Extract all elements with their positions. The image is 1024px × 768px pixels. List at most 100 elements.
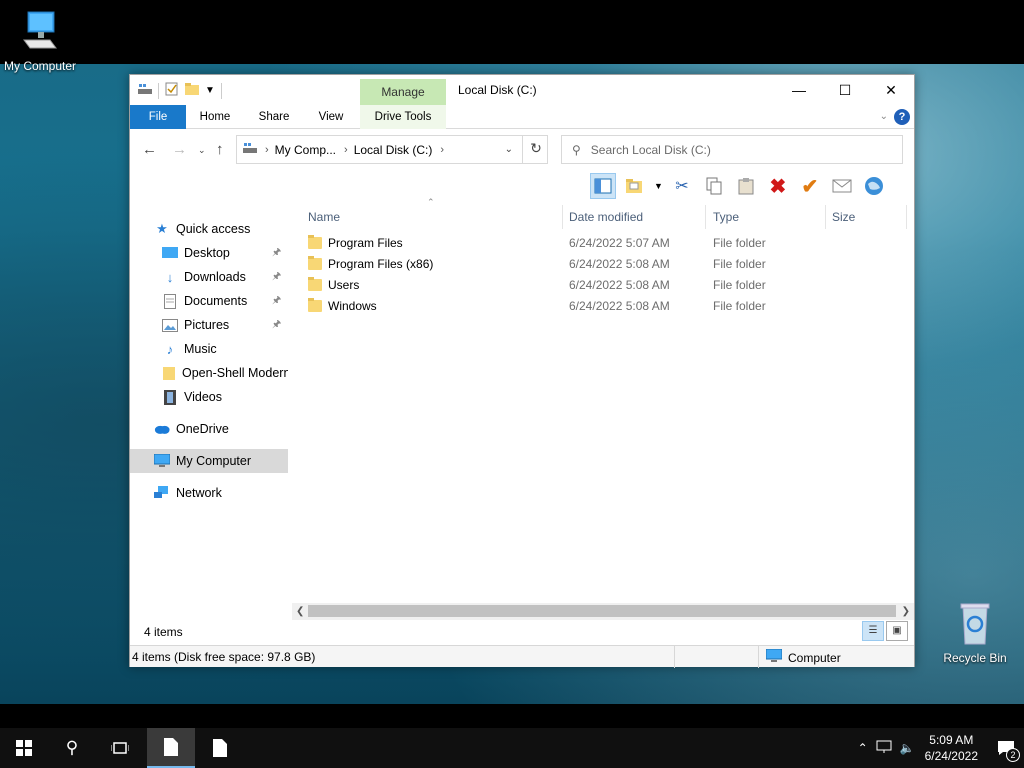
- tab-home[interactable]: Home: [192, 105, 238, 129]
- desktop-icon-my-computer[interactable]: My Computer: [0, 10, 80, 73]
- clock[interactable]: 5:09 AM 6/24/2022: [925, 732, 978, 764]
- column-header-name[interactable]: Name: [308, 205, 340, 229]
- computer-icon: [765, 648, 783, 666]
- copy-button[interactable]: [701, 173, 727, 199]
- column-separator[interactable]: [825, 205, 826, 229]
- manage-context-tab[interactable]: Manage: [360, 79, 446, 105]
- address-bar[interactable]: › My Comp... › Local Disk (C:) › ⌄: [236, 135, 548, 164]
- breadcrumb-my-computer[interactable]: My Comp...: [275, 143, 336, 157]
- scroll-right-icon[interactable]: ❯: [902, 603, 910, 620]
- scroll-left-icon[interactable]: ❮: [296, 603, 304, 620]
- taskbar-app-explorer-2[interactable]: [196, 728, 244, 768]
- details-view-button[interactable]: ☰: [862, 621, 884, 641]
- minimize-button[interactable]: —: [776, 75, 822, 105]
- pin-icon[interactable]: 🖈: [272, 317, 281, 334]
- file-row[interactable]: Users 6/24/2022 5:08 AM File folder: [306, 275, 906, 296]
- new-folder-icon[interactable]: [185, 82, 199, 99]
- nav-pictures[interactable]: Pictures 🖈: [130, 313, 288, 337]
- globe-button[interactable]: [861, 173, 887, 199]
- nav-openshell[interactable]: Open-Shell Modern: [130, 361, 288, 385]
- nav-label: Documents: [184, 294, 248, 308]
- help-icon[interactable]: ?: [894, 109, 910, 125]
- chevron-down-icon[interactable]: ⌄: [505, 144, 513, 155]
- up-icon[interactable]: ↑: [216, 141, 224, 158]
- pin-icon[interactable]: 🖈: [272, 245, 281, 262]
- close-button[interactable]: ✕: [868, 75, 914, 105]
- nav-network[interactable]: Network: [130, 481, 288, 505]
- taskbar-app-explorer-1[interactable]: [147, 728, 195, 768]
- nav-videos[interactable]: Videos: [130, 385, 288, 409]
- refresh-button[interactable]: ↻: [522, 135, 549, 164]
- scrollbar-thumb[interactable]: [308, 605, 896, 617]
- paste-button[interactable]: [733, 173, 759, 199]
- file-type: File folder: [713, 257, 766, 271]
- preview-pane-button[interactable]: [590, 173, 616, 199]
- pin-icon[interactable]: 🖈: [272, 269, 281, 286]
- chevron-right-icon[interactable]: ›: [440, 144, 444, 156]
- desktop-icon-recycle-bin[interactable]: Recycle Bin: [935, 602, 1015, 665]
- cut-button[interactable]: ✂: [669, 173, 695, 199]
- view-switcher: ☰ ▣: [862, 621, 908, 641]
- expand-ribbon-icon[interactable]: ⌄: [880, 111, 888, 122]
- column-header-size[interactable]: Size: [832, 205, 855, 229]
- tab-share[interactable]: Share: [250, 105, 298, 129]
- nav-label: Desktop: [184, 246, 230, 260]
- delete-button[interactable]: ✖: [765, 173, 791, 199]
- nav-music[interactable]: ♪ Music: [130, 337, 288, 361]
- horizontal-scrollbar[interactable]: ❮ ❯: [292, 603, 914, 620]
- start-button[interactable]: [0, 728, 48, 768]
- maximize-button[interactable]: ☐: [822, 75, 868, 105]
- file-name: Users: [328, 278, 360, 292]
- nav-downloads[interactable]: ↓ Downloads 🖈: [130, 265, 288, 289]
- nav-label: Videos: [184, 390, 222, 404]
- volume-icon[interactable]: 🔈: [900, 741, 915, 755]
- desktop-bottom-band: [0, 704, 1024, 728]
- file-row[interactable]: Program Files (x86) 6/24/2022 5:08 AM Fi…: [306, 254, 906, 275]
- tab-view[interactable]: View: [308, 105, 354, 129]
- properties-button[interactable]: ✔: [797, 173, 823, 199]
- task-view-button[interactable]: [96, 728, 144, 768]
- nav-quick-access[interactable]: ★ Quick access: [130, 217, 288, 241]
- column-separator[interactable]: [562, 205, 563, 229]
- chevron-right-icon[interactable]: ›: [344, 144, 348, 156]
- nav-documents[interactable]: Documents 🖈: [130, 289, 288, 313]
- action-center-button[interactable]: 2: [988, 728, 1024, 768]
- tab-drive-tools[interactable]: Drive Tools: [360, 105, 446, 129]
- chevron-right-icon[interactable]: ›: [265, 144, 269, 156]
- chevron-up-icon[interactable]: ⌃: [858, 741, 868, 755]
- nav-my-computer[interactable]: My Computer: [130, 449, 288, 473]
- file-row[interactable]: Windows 6/24/2022 5:08 AM File folder: [306, 296, 906, 317]
- separator: [158, 82, 159, 99]
- search-button[interactable]: ⚲: [48, 728, 96, 768]
- desktop-icon-label: Recycle Bin: [943, 651, 1007, 665]
- recent-locations-icon[interactable]: ⌄: [198, 145, 206, 156]
- customize-qat-icon[interactable]: ▼: [205, 85, 215, 96]
- desktop-icon-label: My Computer: [3, 59, 77, 73]
- breadcrumb-local-disk[interactable]: Local Disk (C:): [354, 143, 433, 157]
- clock-time: 5:09 AM: [929, 733, 974, 747]
- star-icon: ★: [156, 221, 168, 236]
- column-separator[interactable]: [906, 205, 907, 229]
- nav-onedrive[interactable]: OneDrive: [130, 417, 288, 441]
- chevron-down-icon[interactable]: ▼: [654, 181, 663, 191]
- pin-icon[interactable]: 🖈: [272, 293, 281, 310]
- network-icon[interactable]: [876, 740, 892, 757]
- clipboard-icon: [738, 178, 754, 195]
- nav-desktop[interactable]: Desktop 🖈: [130, 241, 288, 265]
- file-date: 6/24/2022 5:08 AM: [569, 257, 670, 271]
- column-separator[interactable]: [705, 205, 706, 229]
- back-icon[interactable]: ←: [142, 141, 157, 158]
- forward-icon[interactable]: →: [172, 141, 187, 158]
- folder-options-button[interactable]: [622, 173, 648, 199]
- properties-icon[interactable]: [165, 82, 179, 99]
- column-header-type[interactable]: Type: [713, 205, 739, 229]
- column-header-date[interactable]: Date modified: [569, 205, 643, 229]
- large-icons-view-button[interactable]: ▣: [886, 621, 908, 641]
- file-row[interactable]: Program Files 6/24/2022 5:07 AM File fol…: [306, 233, 906, 254]
- notification-badge: 2: [1006, 748, 1020, 762]
- navigation-row: ← → ⌄ ↑ › My Comp... › Local Disk (C:) ›…: [130, 133, 914, 167]
- tab-file[interactable]: File: [130, 105, 186, 129]
- email-button[interactable]: [829, 173, 855, 199]
- separator: [674, 646, 675, 668]
- search-input[interactable]: ⚲ Search Local Disk (C:): [561, 135, 903, 164]
